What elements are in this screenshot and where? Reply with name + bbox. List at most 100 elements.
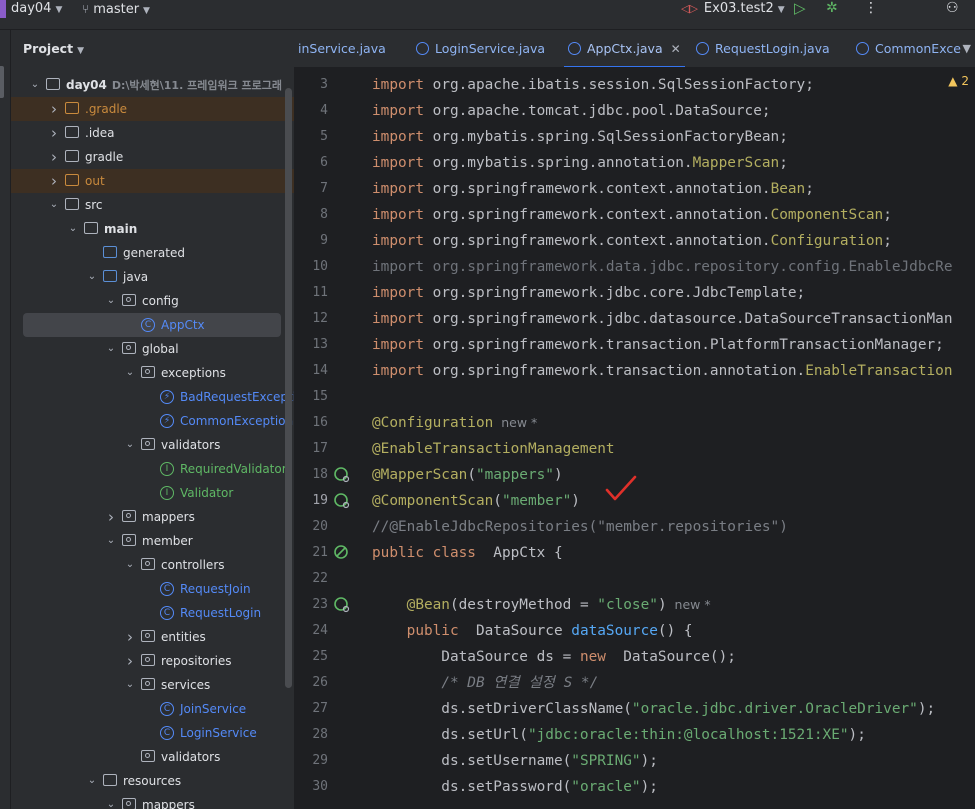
chevron-down-icon[interactable]: ⌄: [105, 529, 117, 553]
tab-appctx[interactable]: AppCtx.java ✕: [564, 30, 685, 67]
code-line[interactable]: /* DB 연결 설정 S */: [372, 670, 598, 696]
tree-item-appctx[interactable]: C AppCtx: [23, 313, 281, 337]
tab-commonexception[interactable]: CommonExce: [856, 30, 961, 67]
code-line[interactable]: import org.springframework.data.jdbc.rep…: [372, 254, 952, 280]
tree-item-validator[interactable]: I Validator: [11, 481, 294, 505]
tree-item-badrequestexception[interactable]: ⚡ BadRequestException: [11, 385, 294, 409]
tab-loginservice[interactable]: LoginService.java: [416, 30, 545, 67]
code-line[interactable]: ds.setUsername("SPRING");: [372, 748, 658, 774]
tree-item-validators[interactable]: ⌄ validators: [11, 433, 294, 457]
code-line[interactable]: import org.springframework.transaction.a…: [372, 358, 953, 384]
tree-item-main[interactable]: ⌄ main: [11, 217, 294, 241]
tree-item-requestlogin[interactable]: C RequestLogin: [11, 601, 294, 625]
code-line[interactable]: ds.setDriverClassName("oracle.jdbc.drive…: [372, 696, 935, 722]
chevron-down-icon[interactable]: ⌄: [124, 553, 136, 577]
chevron-down-icon[interactable]: ⌄: [124, 673, 136, 697]
chevron-down-icon[interactable]: ⌄: [86, 769, 98, 793]
tree-item-entities[interactable]: › entities: [11, 625, 294, 649]
tree-item-loginservice[interactable]: C LoginService: [11, 721, 294, 745]
code-line[interactable]: ds.setUrl("jdbc:oracle:thin:@localhost:1…: [372, 722, 866, 748]
chevron-right-icon[interactable]: ›: [48, 121, 60, 145]
chevron-down-icon[interactable]: ⌄: [105, 793, 117, 809]
tree-item-services[interactable]: ⌄ services: [11, 673, 294, 697]
project-panel-header[interactable]: Project ▼: [23, 41, 84, 56]
code-line[interactable]: import org.mybatis.spring.SqlSessionFact…: [372, 124, 788, 150]
tree-item-gradle[interactable]: › .gradle: [11, 97, 294, 121]
code-line[interactable]: import org.springframework.context.annot…: [372, 228, 892, 254]
tree-item-member[interactable]: ⌄ member: [11, 529, 294, 553]
code-line[interactable]: ds.setPassword("oracle");: [372, 774, 658, 800]
code-editor[interactable]: ▲ 2 3 import org.apache.ibatis.session.Sq…: [294, 68, 975, 809]
code-line[interactable]: import org.springframework.jdbc.datasour…: [372, 306, 953, 332]
code-line[interactable]: @Bean(destroyMethod = "close") new *: [372, 592, 711, 618]
add-user-icon[interactable]: ⚇: [946, 0, 959, 18]
chevron-right-icon[interactable]: ›: [105, 505, 117, 529]
code-line[interactable]: import org.springframework.context.annot…: [372, 176, 814, 202]
project-scrollbar[interactable]: [285, 88, 292, 688]
tree-item-resources[interactable]: ⌄ resources: [11, 769, 294, 793]
tree-item-day04[interactable]: ⌄ day04 D:\박세현\11. 프레임워크 프로그래: [11, 73, 294, 97]
tree-item-gradle[interactable]: › gradle: [11, 145, 294, 169]
code-line[interactable]: @ComponentScan("member"): [372, 488, 580, 514]
code-line[interactable]: import org.apache.ibatis.session.SqlSess…: [372, 72, 814, 98]
tab-requestlogin[interactable]: RequestLogin.java: [696, 30, 830, 67]
chevron-right-icon[interactable]: ›: [48, 169, 60, 193]
tree-item-controllers[interactable]: ⌄ controllers: [11, 553, 294, 577]
tree-item-commonexception[interactable]: ⚡ CommonException: [11, 409, 294, 433]
tree-item-repositories[interactable]: › repositories: [11, 649, 294, 673]
tree-item-mappers[interactable]: ⌄ mappers: [11, 793, 294, 809]
run-config-selector[interactable]: ◁▷ Ex03.test2 ▼: [681, 0, 785, 18]
chevron-down-icon[interactable]: ⌄: [124, 433, 136, 457]
navigate-gutter-icon[interactable]: [334, 467, 350, 483]
tab-inservice[interactable]: inService.java: [298, 30, 386, 67]
tree-item-config[interactable]: ⌄ config: [11, 289, 294, 313]
code-line[interactable]: //@EnableJdbcRepositories("member.reposi…: [372, 514, 788, 540]
close-icon[interactable]: ✕: [671, 42, 681, 56]
spring-bean-gutter-icon[interactable]: [334, 545, 350, 561]
tree-item-mappers[interactable]: › mappers: [11, 505, 294, 529]
code-line[interactable]: import org.mybatis.spring.annotation.Map…: [372, 150, 788, 176]
spring-bean-gutter-icon[interactable]: [334, 597, 350, 613]
tree-item-out[interactable]: › out: [11, 169, 294, 193]
chevron-right-icon[interactable]: ›: [48, 145, 60, 169]
chevron-right-icon[interactable]: ›: [48, 97, 60, 121]
tree-item-requestjoin[interactable]: C RequestJoin: [11, 577, 294, 601]
code-line[interactable]: DataSource ds = new DataSource();: [372, 644, 736, 670]
chevron-down-icon[interactable]: ⌄: [105, 289, 117, 313]
code-line[interactable]: @MapperScan("mappers"): [372, 462, 563, 488]
tree-item-idea[interactable]: › .idea: [11, 121, 294, 145]
tab-list-chevron-icon[interactable]: ▼: [963, 30, 971, 67]
navigate-gutter-icon[interactable]: [334, 493, 350, 509]
code-line[interactable]: @Configuration new *: [372, 410, 537, 436]
code-line[interactable]: @EnableTransactionManagement: [372, 436, 615, 462]
tree-item-requiredvalidator[interactable]: I RequiredValidator: [11, 457, 294, 481]
run-icon[interactable]: ▷: [794, 0, 806, 18]
tree-item-joinservice[interactable]: C JoinService: [11, 697, 294, 721]
code-line[interactable]: public DataSource dataSource() {: [372, 618, 693, 644]
tree-item-exceptions[interactable]: ⌄ exceptions: [11, 361, 294, 385]
code-line[interactable]: import org.apache.tomcat.jdbc.pool.DataS…: [372, 98, 771, 124]
tree-item-src[interactable]: ⌄ src: [11, 193, 294, 217]
tree-item-java[interactable]: ⌄ java: [11, 265, 294, 289]
chevron-down-icon[interactable]: ⌄: [67, 217, 79, 241]
chevron-down-icon[interactable]: ⌄: [86, 265, 98, 289]
chevron-right-icon[interactable]: ›: [124, 649, 136, 673]
code-line[interactable]: public class AppCtx {: [372, 540, 563, 566]
project-tool-button[interactable]: [0, 66, 4, 98]
project-switcher[interactable]: day04 ▼: [11, 0, 62, 18]
code-line[interactable]: import org.springframework.transaction.P…: [372, 332, 944, 358]
chevron-down-icon[interactable]: ⌄: [48, 193, 60, 217]
tree-item-generated[interactable]: generated: [11, 241, 294, 265]
warnings-indicator[interactable]: ▲ 2: [948, 74, 969, 88]
tree-item-global[interactable]: ⌄ global: [11, 337, 294, 361]
chevron-right-icon[interactable]: ›: [124, 625, 136, 649]
chevron-down-icon[interactable]: ⌄: [29, 73, 41, 97]
code-line[interactable]: import org.springframework.context.annot…: [372, 202, 892, 228]
code-line[interactable]: import org.springframework.jdbc.core.Jdb…: [372, 280, 805, 306]
chevron-down-icon[interactable]: ⌄: [105, 337, 117, 361]
debug-icon[interactable]: ✲: [826, 0, 838, 18]
more-actions-icon[interactable]: ⋮: [864, 0, 878, 18]
branch-switcher[interactable]: ⑂ master ▼: [82, 0, 150, 18]
tree-item-validators[interactable]: validators: [11, 745, 294, 769]
chevron-down-icon[interactable]: ⌄: [124, 361, 136, 385]
